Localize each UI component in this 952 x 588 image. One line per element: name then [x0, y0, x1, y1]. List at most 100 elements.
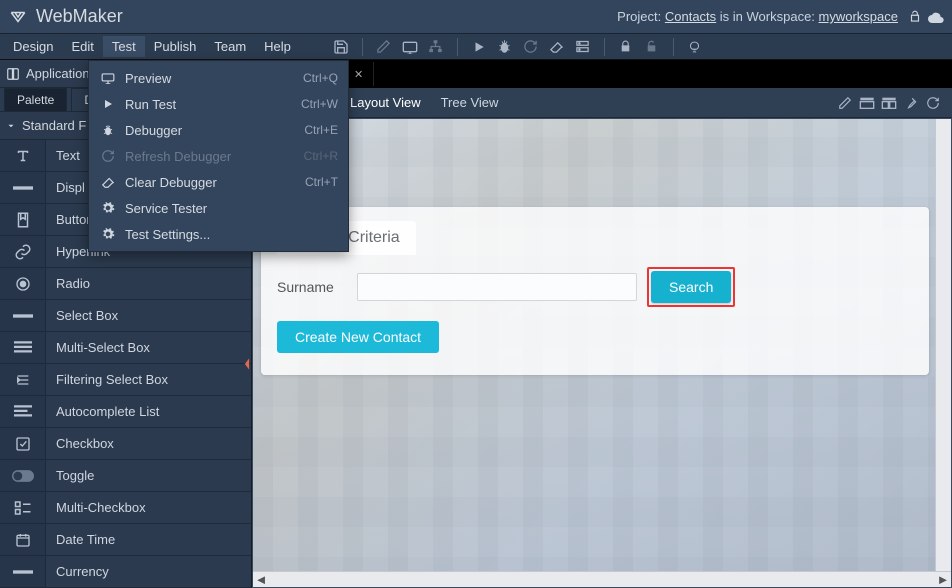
menu-item-label: Debugger — [125, 123, 304, 138]
view-layout[interactable]: Layout View — [340, 95, 431, 110]
refresh-icon[interactable] — [520, 36, 542, 58]
surname-label: Surname — [277, 279, 347, 295]
workspace-link[interactable]: myworkspace — [819, 9, 898, 24]
unlock-icon[interactable] — [908, 10, 922, 24]
palette-item-filtering-select-box[interactable]: Filtering Select Box — [0, 364, 251, 396]
edit-icon[interactable] — [373, 36, 395, 58]
palette-item-multi-checkbox[interactable]: Multi-Checkbox — [0, 492, 251, 524]
palette-item-toggle[interactable]: Toggle — [0, 460, 251, 492]
view-tree[interactable]: Tree View — [431, 95, 509, 110]
palette-item-radio[interactable]: Radio — [0, 268, 251, 300]
multicheck-icon — [0, 492, 46, 523]
palette-item-label: Radio — [46, 268, 251, 299]
bug-icon — [99, 121, 117, 139]
bulb-icon[interactable] — [684, 36, 706, 58]
palette-item-label: Autocomplete List — [46, 396, 251, 427]
menu-publish[interactable]: Publish — [145, 36, 206, 57]
vb-layout1-icon[interactable] — [856, 93, 878, 113]
refresh-icon — [99, 147, 117, 165]
vb-refresh-icon[interactable] — [922, 93, 944, 113]
search-button[interactable]: Search — [651, 271, 731, 303]
eraser-icon — [99, 173, 117, 191]
display-icon — [0, 172, 46, 203]
link-icon — [0, 236, 46, 267]
select-icon — [0, 300, 46, 331]
menu-item-label: Clear Debugger — [125, 175, 305, 190]
toggle-icon — [0, 460, 46, 491]
scroll-right-icon[interactable]: ► — [935, 572, 951, 588]
currency-icon — [0, 556, 46, 587]
multiselect-icon — [0, 332, 46, 363]
palette-item-label: Currency — [46, 556, 251, 587]
unlock2-icon[interactable] — [641, 36, 663, 58]
app-logo-icon — [8, 7, 28, 27]
menu-design[interactable]: Design — [4, 36, 62, 57]
palette-category-label: Standard F — [22, 118, 86, 133]
menu-item-debugger[interactable]: DebuggerCtrl+E — [89, 117, 348, 143]
palette-item-label: Multi-Checkbox — [46, 492, 251, 523]
datetime-icon — [0, 524, 46, 555]
chevron-down-icon — [6, 121, 16, 131]
surname-input[interactable] — [357, 273, 637, 301]
test-menu-dropdown: PreviewCtrl+QRun TestCtrl+WDebuggerCtrl+… — [88, 60, 349, 252]
create-contact-button[interactable]: Create New Contact — [277, 321, 439, 353]
menu-item-preview[interactable]: PreviewCtrl+Q — [89, 65, 348, 91]
vb-layout2-icon[interactable] — [878, 93, 900, 113]
palette-item-date-time[interactable]: Date Time — [0, 524, 251, 556]
radio-icon — [0, 268, 46, 299]
palette-item-select-box[interactable]: Select Box — [0, 300, 251, 332]
canvas-area: ✕ Layout View Tree View Search Criteria … — [252, 60, 952, 588]
sitemap-icon[interactable] — [425, 36, 447, 58]
monitor-icon — [99, 69, 117, 87]
menu-edit[interactable]: Edit — [62, 36, 102, 57]
menu-item-label: Service Tester — [125, 201, 338, 216]
menu-item-shortcut: Ctrl+R — [304, 149, 338, 163]
menu-item-refresh-debugger: Refresh DebuggerCtrl+R — [89, 143, 348, 169]
vb-edit-icon[interactable] — [834, 93, 856, 113]
vertical-scrollbar[interactable] — [935, 119, 951, 571]
palette-item-label: Checkbox — [46, 428, 251, 459]
button-icon — [0, 204, 46, 235]
menu-help[interactable]: Help — [255, 36, 300, 57]
menu-item-shortcut: Ctrl+T — [305, 175, 338, 189]
menu-team[interactable]: Team — [205, 36, 255, 57]
preview-icon[interactable] — [399, 36, 421, 58]
menu-item-clear-debugger[interactable]: Clear DebuggerCtrl+T — [89, 169, 348, 195]
auto-icon — [0, 396, 46, 427]
palette-item-multi-select-box[interactable]: Multi-Select Box — [0, 332, 251, 364]
close-icon[interactable]: ✕ — [354, 68, 363, 81]
palette-item-autocomplete-list[interactable]: Autocomplete List — [0, 396, 251, 428]
menu-item-run-test[interactable]: Run TestCtrl+W — [89, 91, 348, 117]
menu-test[interactable]: Test — [103, 36, 145, 57]
gear-icon — [99, 199, 117, 217]
palette-item-currency[interactable]: Currency — [0, 556, 251, 588]
palette-tab[interactable]: Palette — [4, 88, 67, 111]
horizontal-scrollbar[interactable]: ◄ ► — [253, 571, 951, 587]
play-icon[interactable] — [468, 36, 490, 58]
palette-item-label: Multi-Select Box — [46, 332, 251, 363]
server-icon[interactable] — [572, 36, 594, 58]
vb-brush-icon[interactable] — [900, 93, 922, 113]
palette-item-label: Select Box — [46, 300, 251, 331]
collapse-handle[interactable] — [242, 344, 251, 384]
scroll-left-icon[interactable]: ◄ — [253, 572, 269, 588]
cloud-icon[interactable] — [928, 11, 944, 23]
palette-item-label: Date Time — [46, 524, 251, 555]
menu-item-label: Refresh Debugger — [125, 149, 304, 164]
save-icon[interactable] — [330, 36, 352, 58]
lock-icon[interactable] — [615, 36, 637, 58]
menu-item-label: Preview — [125, 71, 303, 86]
eraser-icon[interactable] — [546, 36, 568, 58]
text-icon — [0, 140, 46, 171]
project-link[interactable]: Contacts — [665, 9, 716, 24]
menu-item-service-tester[interactable]: Service Tester — [89, 195, 348, 221]
menu-item-label: Test Settings... — [125, 227, 338, 242]
palette-item-checkbox[interactable]: Checkbox — [0, 428, 251, 460]
menu-item-test-settings-[interactable]: Test Settings... — [89, 221, 348, 247]
gear-icon — [99, 225, 117, 243]
bug-icon[interactable] — [494, 36, 516, 58]
outline-tab-label: Application — [26, 66, 90, 81]
check-icon — [0, 428, 46, 459]
menu-item-shortcut: Ctrl+E — [304, 123, 338, 137]
palette-item-label: Toggle — [46, 460, 251, 491]
